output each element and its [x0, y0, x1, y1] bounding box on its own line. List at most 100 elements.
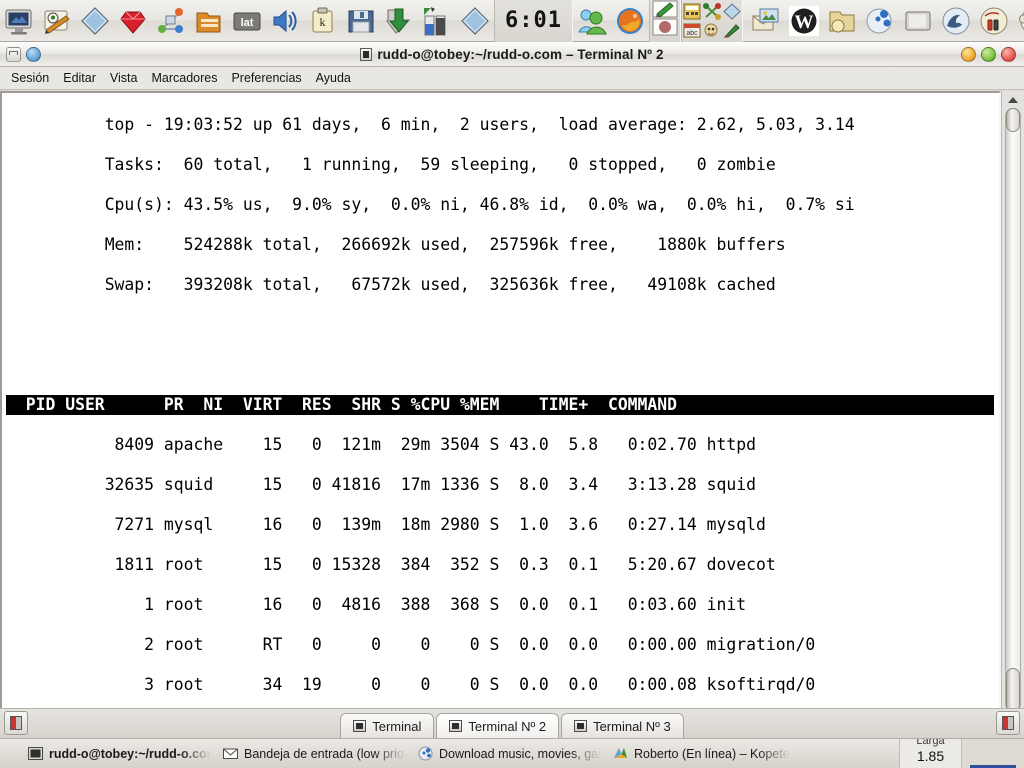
scrollbar-thumb-top[interactable]: [1006, 108, 1020, 132]
dot-color-icon[interactable]: [652, 18, 678, 36]
taskbar-item-mail[interactable]: Bandeja de entrada (low prior: [217, 742, 412, 766]
top-panel-group-3: [573, 0, 649, 42]
taskbar-item-browser[interactable]: Download music, movies, gam: [412, 742, 607, 766]
scrollbar-trough[interactable]: [1005, 108, 1021, 712]
desktop-screen: lat k 6:01 abc W rudd-o@tobey:~/rudd-o.c…: [0, 0, 1024, 768]
tab-terminal-1[interactable]: Terminal: [340, 713, 435, 738]
terminal-window: rudd-o@tobey:~/rudd-o.com – Terminal Nº …: [0, 42, 1024, 746]
diamond-blue-icon[interactable]: [458, 4, 492, 38]
top-panel-group-left: [0, 0, 114, 42]
system-tray-area[interactable]: [961, 738, 1024, 768]
taskbar: rudd-o@tobey:~/rudd-o.com Bandeja de ent…: [0, 738, 1024, 768]
process-row: 8409 apache 15 0 121m 29m 3504 S 43.0 5.…: [104, 435, 756, 454]
menu-item-preferencias[interactable]: Preferencias: [224, 69, 308, 87]
ruby-gem-icon[interactable]: [116, 4, 150, 38]
users-group-icon[interactable]: [575, 4, 609, 38]
monkey-icon[interactable]: [1015, 4, 1024, 38]
taskbar-item-kopete[interactable]: Roberto (En línea) – Kopete: [607, 742, 796, 766]
terminal-icon: [574, 720, 588, 732]
top-header-line: Tasks: 60 total, 1 running, 59 sleeping,…: [104, 155, 776, 174]
process-row: 1811 root 15 0 15328 384 352 S 0.3 0.1 5…: [104, 555, 776, 574]
top-panel: lat k 6:01 abc W: [0, 0, 1024, 42]
menu-item-sesion[interactable]: Sesión: [4, 69, 56, 87]
molecule-icon[interactable]: [702, 2, 722, 21]
edit-text-icon[interactable]: [40, 4, 74, 38]
maximize-button[interactable]: [981, 47, 996, 62]
folder-open-icon[interactable]: [192, 4, 226, 38]
floppy-save-icon[interactable]: [344, 4, 378, 38]
shade-button[interactable]: [6, 46, 21, 62]
tab-list-left-button[interactable]: [4, 711, 28, 735]
abc-icon[interactable]: abc: [682, 21, 702, 40]
menu-item-editar[interactable]: Editar: [56, 69, 103, 87]
terminal-area: top - 19:03:52 up 61 days, 6 min, 2 user…: [0, 91, 1024, 746]
menu-item-vista[interactable]: Vista: [103, 69, 145, 87]
menu-bar: Sesión Editar Vista Marcadores Preferenc…: [0, 67, 1024, 90]
terminal-text: top - 19:03:52 up 61 days, 6 min, 2 user…: [2, 93, 999, 744]
top-panel-group-4: [648, 0, 681, 42]
display-icon[interactable]: [901, 4, 935, 38]
tab-terminal-2[interactable]: Terminal Nº 2: [436, 713, 560, 738]
lat-keyboard-icon[interactable]: lat: [230, 4, 264, 38]
globe-icon: [418, 746, 433, 761]
system-load-applet[interactable]: Larga 1.85: [899, 738, 961, 768]
top-header-line: Swap: 393208k total, 67572k used, 325636…: [104, 275, 776, 294]
top-header-line: top - 19:03:52 up 61 days, 6 min, 2 user…: [104, 115, 855, 134]
kopete-icon: [613, 746, 628, 761]
calculator-icon[interactable]: [682, 2, 702, 21]
tab-label: Terminal: [372, 718, 422, 734]
titlebar-right-buttons: [961, 47, 1016, 62]
top-panel-group-2: [418, 0, 494, 42]
scroll-up-arrow[interactable]: [1005, 93, 1021, 107]
diamond-icon[interactable]: [722, 2, 742, 21]
minimize-button[interactable]: [961, 47, 976, 62]
scrollbar-thumb[interactable]: [1006, 668, 1020, 712]
install-arrow-icon[interactable]: [382, 4, 416, 38]
top-header-line: Cpu(s): 43.5% us, 9.0% sy, 0.0% ni, 46.8…: [104, 195, 855, 214]
tab-terminal-3[interactable]: Terminal Nº 3: [561, 713, 684, 738]
monkey-tool-icon[interactable]: [702, 21, 722, 40]
process-row: 2 root RT 0 0 0 0 S 0.0 0.0 0:00.00 migr…: [104, 635, 816, 654]
speaker-icon[interactable]: [268, 4, 302, 38]
top-panel-group-1: lat k: [114, 0, 418, 42]
terminal-screen[interactable]: top - 19:03:52 up 61 days, 6 min, 2 user…: [0, 91, 1001, 746]
wolf-icon[interactable]: [939, 4, 973, 38]
titlebar-left-buttons: [6, 46, 41, 62]
diamond-blue-icon[interactable]: [78, 4, 112, 38]
tab-list-right-button[interactable]: [996, 711, 1020, 735]
process-row: 7271 mysql 16 0 139m 18m 2980 S 1.0 3.6 …: [104, 515, 766, 534]
window-titlebar[interactable]: rudd-o@tobey:~/rudd-o.com – Terminal Nº …: [0, 42, 1024, 67]
taskbar-item-terminal[interactable]: rudd-o@tobey:~/rudd-o.com: [22, 742, 217, 766]
monitor-icon[interactable]: [2, 4, 36, 38]
paint-icon[interactable]: [722, 21, 742, 40]
globe-blue-icon[interactable]: [863, 4, 897, 38]
sticky-button[interactable]: [26, 46, 41, 62]
taskbar-item-label: rudd-o@tobey:~/rudd-o.com: [49, 746, 211, 761]
svg-text:lat: lat: [241, 17, 254, 29]
wordpress-icon[interactable]: W: [787, 4, 821, 38]
taskbar-item-label: Roberto (En línea) – Kopete: [634, 746, 790, 761]
taskbar-item-label: Download music, movies, gam: [439, 746, 601, 761]
klipper-icon[interactable]: k: [306, 4, 340, 38]
terminal-icon: [28, 746, 43, 761]
battery-meter-icon[interactable]: [420, 4, 454, 38]
process-row: 1 root 16 0 4816 388 368 S 0.0 0.1 0:03.…: [104, 595, 747, 614]
envelope-icon: [223, 746, 238, 761]
tab-list-icon: [1002, 716, 1014, 730]
close-button[interactable]: [1001, 47, 1016, 62]
network-icon[interactable]: [154, 4, 188, 38]
tab-list-icon: [10, 716, 22, 730]
menu-item-ayuda[interactable]: Ayuda: [309, 69, 358, 87]
system-load-caption: Larga: [916, 738, 945, 747]
menu-item-marcadores[interactable]: Marcadores: [144, 69, 224, 87]
clock-widget[interactable]: 6:01: [494, 0, 573, 42]
firefox-icon[interactable]: [613, 4, 647, 38]
top-header-line: Mem: 524288k total, 266692k used, 257596…: [104, 235, 786, 254]
battery-charge-icon[interactable]: [977, 4, 1011, 38]
folder-yellow-icon[interactable]: [825, 4, 859, 38]
terminal-scrollbar[interactable]: [1001, 91, 1024, 746]
top-panel-group-5: abc: [680, 0, 743, 42]
photo-mail-icon[interactable]: [749, 4, 783, 38]
pen-color-icon[interactable]: [652, 0, 678, 18]
window-title: rudd-o@tobey:~/rudd-o.com – Terminal Nº …: [0, 47, 1024, 62]
